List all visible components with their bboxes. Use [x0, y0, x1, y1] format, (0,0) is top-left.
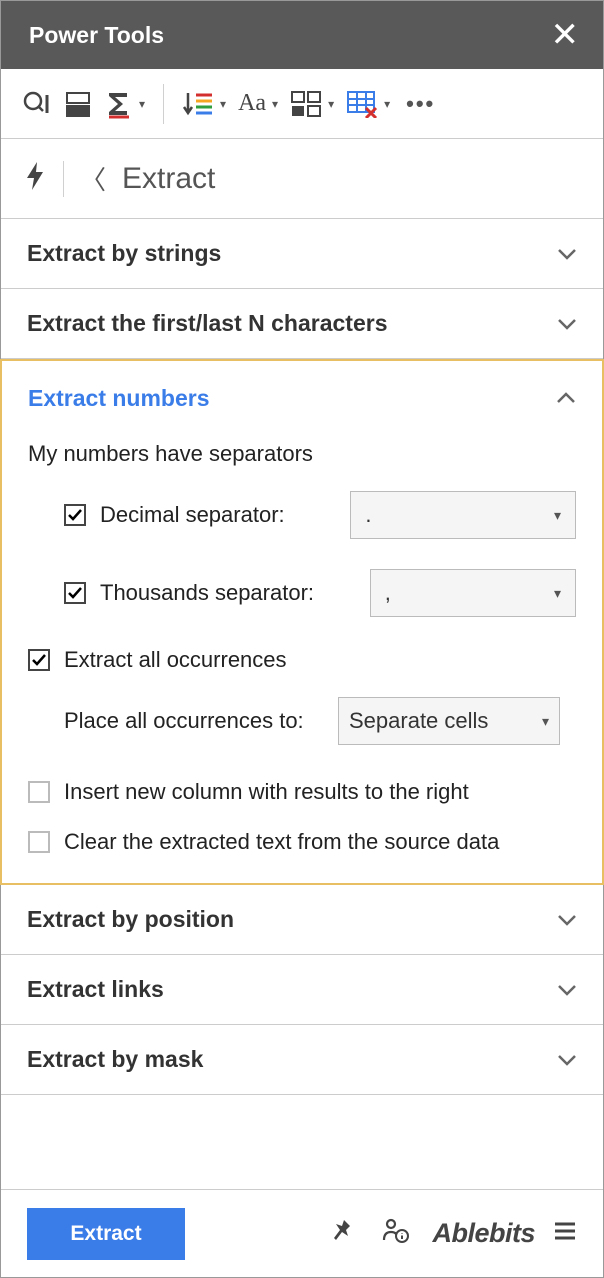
- breadcrumb-separator: [63, 161, 64, 197]
- separators-intro-label: My numbers have separators: [28, 441, 576, 467]
- section-title: Extract by strings: [27, 240, 221, 267]
- page-title: Extract: [122, 162, 215, 196]
- section-title: Extract by mask: [27, 1046, 203, 1073]
- split-button[interactable]: ▾: [288, 88, 336, 120]
- thousands-separator-checkbox[interactable]: [64, 582, 86, 604]
- smart-column-button[interactable]: [19, 87, 53, 121]
- decimal-separator-checkbox[interactable]: [64, 504, 86, 526]
- section-title: Extract links: [27, 976, 164, 1003]
- section-extract-by-position[interactable]: Extract by position: [1, 885, 603, 955]
- dedupe-button[interactable]: [61, 87, 95, 121]
- section-extract-first-last[interactable]: Extract the first/last N characters: [1, 289, 603, 359]
- select-value: ,: [385, 580, 391, 606]
- breadcrumb: 〈 Extract: [1, 139, 603, 219]
- menu-button[interactable]: [553, 1221, 577, 1246]
- chevron-down-icon: ▾: [554, 585, 561, 602]
- chevron-down-icon: ▾: [139, 97, 145, 111]
- sections-list: Extract by strings Extract the first/las…: [1, 219, 603, 1095]
- quick-action-button[interactable]: [23, 160, 47, 197]
- extract-all-label: Extract all occurrences: [64, 647, 287, 673]
- select-value: Separate cells: [349, 708, 488, 734]
- hamburger-icon: [553, 1221, 577, 1241]
- panel-title: Power Tools: [29, 22, 164, 49]
- info-button[interactable]: [376, 1212, 414, 1255]
- pin-button[interactable]: [324, 1214, 358, 1253]
- section-extract-numbers: Extract numbers My numbers have separato…: [0, 359, 604, 885]
- section-extract-by-mask[interactable]: Extract by mask: [1, 1025, 603, 1095]
- split-cells-icon: [290, 90, 322, 118]
- chevron-down-icon: ▾: [220, 97, 226, 111]
- bolt-icon: [23, 160, 47, 192]
- extract-numbers-options: My numbers have separators Decimal separ…: [2, 435, 602, 883]
- toolbar: ▾ ▾ Aa ▾ ▾ ▾: [1, 69, 603, 139]
- chevron-down-icon: ▾: [272, 97, 278, 111]
- place-occurrences-select[interactable]: Separate cells ▾: [338, 697, 560, 745]
- thousands-separator-select[interactable]: , ▾: [370, 569, 576, 617]
- chevron-down-icon: [557, 318, 577, 330]
- section-extract-links[interactable]: Extract links: [1, 955, 603, 1025]
- place-occurrences-label: Place all occurrences to:: [64, 708, 328, 734]
- toolbar-separator: [163, 84, 164, 124]
- chevron-down-icon: [557, 1054, 577, 1066]
- pin-icon: [328, 1218, 354, 1244]
- panel-header: Power Tools ✕: [1, 1, 603, 69]
- text-case-icon: Aa: [238, 90, 266, 117]
- chevron-down-icon: [557, 248, 577, 260]
- insert-column-label: Insert new column with results to the ri…: [64, 779, 469, 805]
- select-value: .: [365, 502, 371, 528]
- extract-button[interactable]: Extract: [27, 1208, 185, 1260]
- chevron-down-icon: ▾: [542, 713, 549, 730]
- text-case-button[interactable]: Aa ▾: [236, 88, 280, 119]
- thousands-separator-label: Thousands separator:: [100, 580, 356, 606]
- magnifier-pencil-icon: [21, 89, 51, 119]
- chevron-down-icon: ▾: [384, 97, 390, 111]
- remove-table-button[interactable]: ▾: [344, 88, 392, 120]
- chevron-up-icon: [556, 392, 576, 404]
- back-button[interactable]: 〈: [80, 160, 106, 197]
- info-person-icon: [380, 1216, 410, 1246]
- dedupe-icon: [63, 89, 93, 119]
- more-tools-button[interactable]: •••: [400, 89, 437, 119]
- chevron-down-icon: ▾: [554, 507, 561, 524]
- table-remove-icon: [346, 90, 378, 118]
- brand-label: Ablebits: [432, 1218, 535, 1249]
- clear-source-label: Clear the extracted text from the source…: [64, 829, 499, 855]
- section-extract-by-strings[interactable]: Extract by strings: [1, 219, 603, 289]
- sort-icon: [182, 89, 214, 119]
- section-title: Extract numbers: [28, 385, 210, 412]
- footer: Extract Ablebits: [1, 1189, 603, 1277]
- sort-button[interactable]: ▾: [180, 87, 228, 121]
- section-extract-numbers-header[interactable]: Extract numbers: [2, 361, 602, 435]
- clear-source-checkbox[interactable]: [28, 831, 50, 853]
- close-button[interactable]: ✕: [551, 15, 580, 55]
- chevron-down-icon: [557, 914, 577, 926]
- decimal-separator-select[interactable]: . ▾: [350, 491, 576, 539]
- sigma-icon: [105, 89, 133, 119]
- chevron-down-icon: ▾: [328, 97, 334, 111]
- insert-column-checkbox[interactable]: [28, 781, 50, 803]
- chevron-down-icon: [557, 984, 577, 996]
- more-icon: •••: [406, 91, 435, 117]
- sum-button[interactable]: ▾: [103, 87, 147, 121]
- decimal-separator-label: Decimal separator:: [100, 502, 336, 528]
- section-title: Extract the first/last N characters: [27, 310, 388, 337]
- extract-all-checkbox[interactable]: [28, 649, 50, 671]
- section-title: Extract by position: [27, 906, 234, 933]
